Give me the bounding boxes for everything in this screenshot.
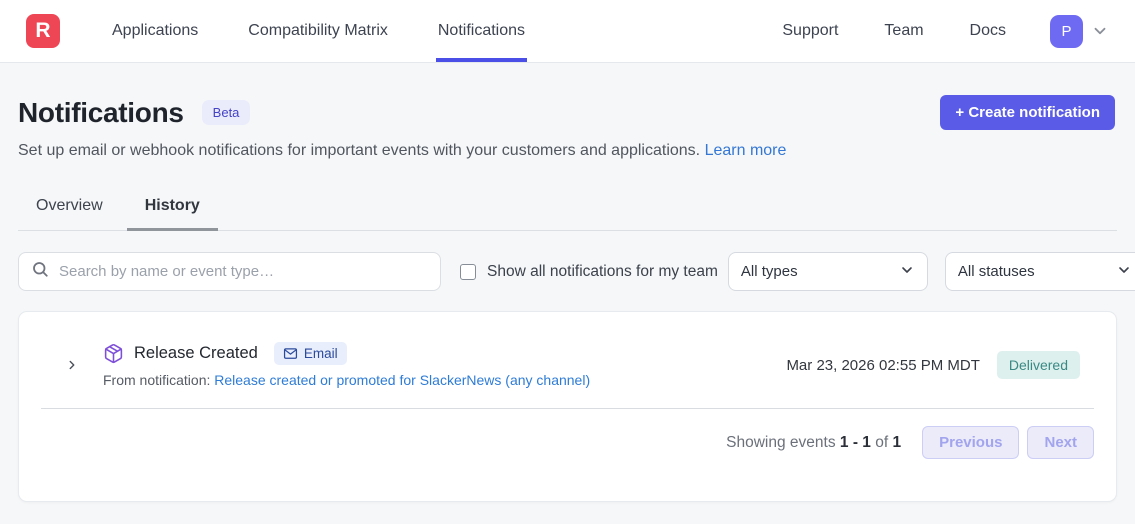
nav-item-docs[interactable]: Docs <box>968 0 1008 62</box>
learn-more-link[interactable]: Learn more <box>705 142 787 159</box>
chevron-down-icon[interactable] <box>1091 22 1109 40</box>
showing-events-text: Showing events 1 - 1 of 1 <box>726 434 901 452</box>
team-checkbox[interactable] <box>460 264 476 280</box>
event-range: 1 - 1 <box>840 434 871 451</box>
description-text: Set up email or webhook notifications fo… <box>18 142 700 159</box>
package-icon <box>103 343 124 364</box>
event-total: 1 <box>892 434 901 451</box>
status-filter-value: All statuses <box>958 263 1116 280</box>
channel-badge-label: Email <box>304 346 338 361</box>
from-notification-label: From notification: <box>103 372 210 388</box>
nav-item-applications[interactable]: Applications <box>110 0 200 62</box>
chevron-down-icon <box>1116 262 1132 282</box>
previous-button[interactable]: Previous <box>922 426 1019 459</box>
logo-letter: R <box>26 14 60 48</box>
search-input[interactable] <box>59 263 428 280</box>
pagination: Showing events 1 - 1 of 1 Previous Next <box>19 409 1116 481</box>
status-filter-select[interactable]: All statuses <box>945 252 1135 291</box>
email-icon <box>283 346 298 361</box>
team-checkbox-label[interactable]: Show all notifications for my team <box>487 263 718 281</box>
event-timestamp: Mar 23, 2026 02:55 PM MDT <box>786 357 979 374</box>
page-content: Notifications Beta + Create notification… <box>0 95 1135 502</box>
chevron-down-icon <box>899 262 915 282</box>
channel-badge: Email <box>274 342 347 365</box>
nav-item-notifications[interactable]: Notifications <box>436 0 527 62</box>
event-row: Release Created Email From notification:… <box>19 312 1116 408</box>
page-header: Notifications Beta + Create notification <box>18 95 1117 130</box>
events-card: Release Created Email From notification:… <box>18 311 1117 502</box>
tab-history[interactable]: History <box>127 186 218 231</box>
nav-links: Applications Compatibility Matrix Notifi… <box>110 0 527 62</box>
tab-overview[interactable]: Overview <box>18 186 121 231</box>
next-button[interactable]: Next <box>1027 426 1094 459</box>
nav-item-team[interactable]: Team <box>882 0 925 62</box>
page-description: Set up email or webhook notifications fo… <box>18 142 1117 160</box>
type-filter-value: All types <box>741 263 899 280</box>
search-box[interactable] <box>18 252 441 291</box>
nav-right-links: Support Team Docs P <box>780 0 1109 62</box>
tab-bar: Overview History <box>18 186 1117 231</box>
row-expand-chevron-icon[interactable] <box>59 354 85 376</box>
account-menu[interactable]: P <box>1050 15 1109 48</box>
nav-item-compatibility-matrix[interactable]: Compatibility Matrix <box>246 0 390 62</box>
create-notification-button[interactable]: + Create notification <box>940 95 1115 130</box>
page-title: Notifications <box>18 97 184 129</box>
filter-bar: Show all notifications for my team All t… <box>18 252 1117 291</box>
avatar[interactable]: P <box>1050 15 1083 48</box>
app-logo[interactable]: R <box>26 0 60 62</box>
team-filter: Show all notifications for my team <box>460 263 718 281</box>
status-badge: Delivered <box>997 351 1080 379</box>
type-filter-select[interactable]: All types <box>728 252 928 291</box>
top-navigation: R Applications Compatibility Matrix Noti… <box>0 0 1135 63</box>
nav-item-support[interactable]: Support <box>780 0 840 62</box>
notification-link[interactable]: Release created or promoted for SlackerN… <box>214 372 590 388</box>
event-title: Release Created <box>134 344 258 363</box>
search-icon <box>31 260 49 283</box>
beta-badge: Beta <box>202 100 251 125</box>
